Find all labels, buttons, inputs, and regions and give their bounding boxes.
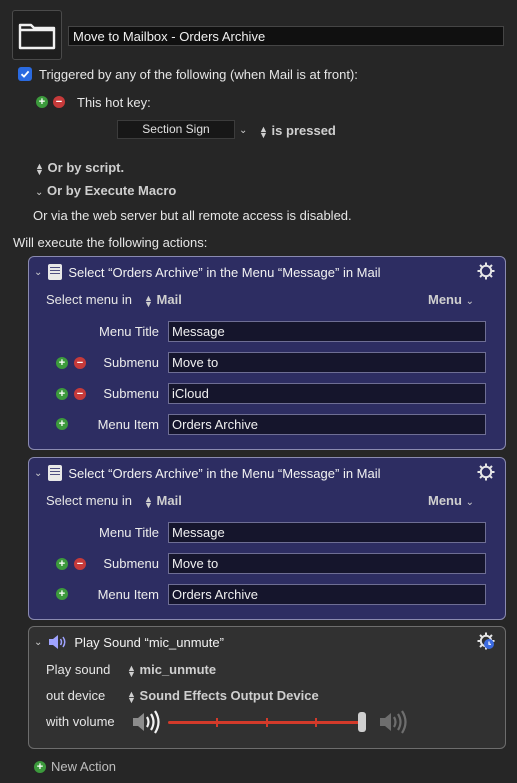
select-menu-in-label: Select menu in: [46, 292, 132, 307]
menu-item-field[interactable]: Orders Archive: [168, 414, 486, 435]
menu-dropdown[interactable]: Menu ⌄: [428, 292, 474, 307]
submenu-field[interactable]: Move to: [168, 352, 486, 373]
disclosure-chevron-icon[interactable]: ⌄: [34, 267, 42, 278]
volume-tick: [315, 718, 317, 727]
field-label: Menu Title: [99, 324, 159, 339]
menu-list-icon: [48, 465, 63, 481]
checkmark-icon: [20, 70, 30, 78]
menu-title-field[interactable]: Message: [168, 321, 486, 342]
gear-icon[interactable]: [477, 262, 495, 280]
field-label: Menu Item: [97, 587, 159, 602]
disclosure-chevron-icon[interactable]: ⌄: [34, 468, 42, 479]
menu-title-field[interactable]: Message: [168, 522, 486, 543]
action-play-sound[interactable]: ⌄ Play Sound “mic_unmute” Play sound ▲ ▼ …: [28, 626, 506, 749]
folder-icon: [18, 23, 56, 50]
volume-max-icon: [380, 710, 407, 734]
remove-trigger-button[interactable]: −: [53, 96, 65, 108]
field-label: Submenu: [103, 386, 159, 401]
add-submenu-button[interactable]: +: [56, 388, 68, 400]
action-title: Play Sound “mic_unmute”: [74, 634, 224, 650]
menu-dropdown[interactable]: Menu ⌄: [428, 493, 474, 508]
gear-icon[interactable]: [477, 463, 495, 481]
field-label: Submenu: [103, 556, 159, 571]
chevron-down-icon: ⌄: [465, 497, 474, 508]
action-header: ⌄ Select “Orders Archive” in the Menu “M…: [34, 261, 381, 283]
gear-clock-icon[interactable]: [477, 632, 495, 650]
hotkey-label: This hot key:: [77, 95, 151, 110]
action-select-menu-2[interactable]: ⌄ Select “Orders Archive” in the Menu “M…: [28, 457, 506, 620]
updown-icon: ▲ ▼: [127, 688, 136, 705]
submenu-field[interactable]: Move to: [168, 553, 486, 574]
new-action-button[interactable]: + New Action: [34, 759, 116, 774]
volume-tick: [266, 718, 268, 727]
updown-icon: ▲ ▼: [127, 662, 136, 679]
or-by-script-toggle[interactable]: ▲ ▼ Or by script.: [35, 160, 124, 177]
volume-slider-knob[interactable]: [358, 712, 366, 732]
trigger-header: Triggered by any of the following (when …: [39, 67, 358, 82]
volume-min-icon: [133, 710, 160, 734]
updown-icon: ▲ ▼: [144, 493, 153, 510]
submenu-field[interactable]: iCloud: [168, 383, 486, 404]
chevron-down-icon: ⌄: [465, 296, 474, 307]
action-select-menu-1[interactable]: ⌄ Select “Orders Archive” in the Menu “M…: [28, 256, 506, 450]
field-label: Menu Item: [97, 417, 159, 432]
add-trigger-button[interactable]: +: [36, 96, 48, 108]
chevron-down-icon[interactable]: ⌄: [239, 125, 247, 136]
add-submenu-button[interactable]: +: [56, 588, 68, 600]
action-header: ⌄ Select “Orders Archive” in the Menu “M…: [34, 462, 381, 484]
menu-list-icon: [48, 264, 63, 280]
speaker-icon: [49, 635, 66, 649]
web-server-note: Or via the web server but all remote acc…: [33, 208, 352, 223]
action-title: Select “Orders Archive” in the Menu “Mes…: [68, 465, 381, 481]
or-by-execute-macro-toggle[interactable]: ⌄ Or by Execute Macro: [35, 183, 176, 198]
macro-icon-well[interactable]: [12, 10, 62, 60]
disclosure-chevron-icon[interactable]: ⌄: [34, 637, 42, 648]
hotkey-state-popup[interactable]: ▲ ▼ is pressed: [259, 123, 336, 140]
volume-label: with volume: [46, 714, 115, 729]
menu-item-field[interactable]: Orders Archive: [168, 584, 486, 605]
plus-icon: +: [34, 760, 46, 773]
sound-popup[interactable]: ▲ ▼ mic_unmute: [127, 662, 216, 679]
macro-name-field[interactable]: Move to Mailbox - Orders Archive: [68, 26, 504, 46]
chevron-down-icon: ⌄: [35, 187, 44, 198]
select-menu-in-label: Select menu in: [46, 493, 132, 508]
play-sound-label: Play sound: [46, 662, 111, 677]
add-submenu-button[interactable]: +: [56, 558, 68, 570]
updown-icon: ▲ ▼: [259, 123, 268, 140]
device-popup[interactable]: ▲ ▼ Sound Effects Output Device: [127, 688, 319, 705]
will-execute-label: Will execute the following actions:: [13, 235, 208, 250]
hotkey-field[interactable]: Section Sign: [117, 120, 235, 139]
field-label: Submenu: [103, 355, 159, 370]
app-popup[interactable]: ▲ ▼ Mail: [144, 493, 182, 510]
action-title: Select “Orders Archive” in the Menu “Mes…: [68, 264, 381, 280]
new-action-label: New Action: [51, 759, 117, 774]
out-device-label: out device: [46, 688, 106, 703]
field-label: Menu Title: [99, 525, 159, 540]
updown-icon: ▲ ▼: [35, 160, 44, 177]
action-header: ⌄ Play Sound “mic_unmute”: [34, 631, 224, 653]
volume-tick: [216, 718, 218, 727]
updown-icon: ▲ ▼: [144, 292, 153, 309]
trigger-checkbox[interactable]: [18, 67, 32, 81]
add-submenu-button[interactable]: +: [56, 418, 68, 430]
app-popup[interactable]: ▲ ▼ Mail: [144, 292, 182, 309]
add-submenu-button[interactable]: +: [56, 357, 68, 369]
